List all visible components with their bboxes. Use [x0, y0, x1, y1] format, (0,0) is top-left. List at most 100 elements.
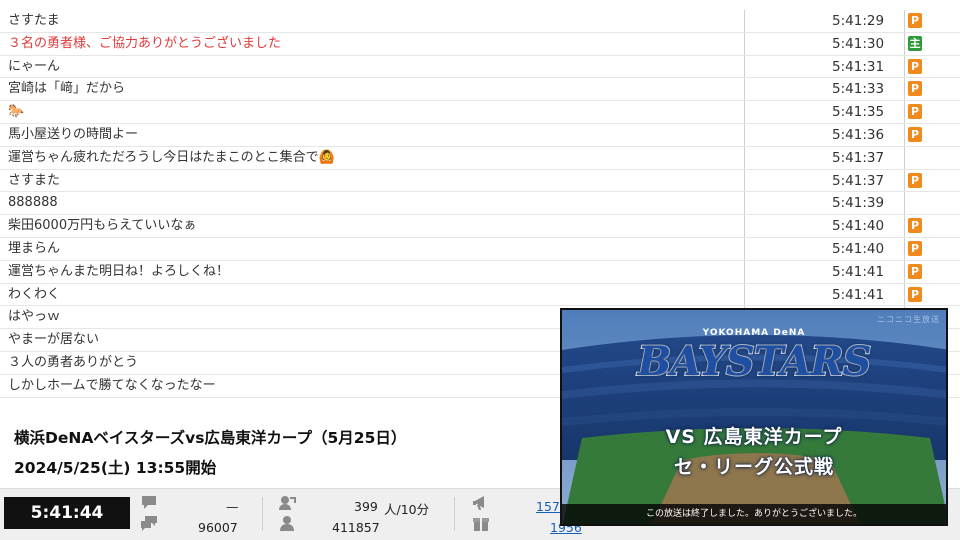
column-divider: [744, 101, 745, 123]
comment-time: 5:41:37: [832, 149, 885, 166]
program-title: 横浜DeNAベイスターズvs広島東洋カープ（5月25日）: [14, 429, 407, 447]
premium-badge-icon: P: [908, 13, 922, 28]
comment-text: 運営ちゃんまた明日ね！よろしくね！: [8, 263, 230, 279]
comment-text: 柴田6000万円もらえていいなぁ: [8, 218, 197, 234]
comment-text: 運営ちゃん疲れただろうし今日はたまこのとこ集合で🙆: [8, 149, 335, 165]
premium-badge-icon: P: [908, 263, 922, 279]
premium-badge-icon: P: [908, 218, 922, 234]
column-divider: [904, 283, 905, 306]
comment-time: 5:41:30: [832, 35, 885, 52]
owner-badge-icon: 主: [908, 35, 922, 51]
comment-row[interactable]: 運営ちゃん疲れただろうし今日はたまこのとこ集合で🙆 5:41:37: [0, 146, 960, 170]
comment-time: 5:41:33: [832, 81, 885, 98]
comment-text: さすたま: [8, 13, 60, 28]
comment-row[interactable]: さすまた 5:41:37 P: [0, 169, 960, 193]
column-divider: [744, 215, 745, 237]
comment-row[interactable]: 柴田6000万円もらえていいなぁ 5:41:40 P: [0, 215, 960, 238]
column-divider: [744, 169, 745, 192]
viewers-rate-unit: 人/10分: [384, 502, 430, 517]
league-text: セ・リーグ公式戦: [673, 456, 834, 478]
premium-badge-icon: P: [908, 286, 922, 302]
comment-time: 5:41:40: [832, 240, 885, 257]
comment-text: にゃーん: [8, 58, 61, 74]
speech-bubble-icon: [140, 495, 158, 511]
comment-text: ３人の勇者ありがとう: [8, 354, 139, 370]
divider: [454, 497, 455, 531]
column-divider: [744, 10, 745, 32]
comment-text: 🐎: [8, 104, 25, 120]
divider: [262, 497, 263, 531]
column-divider: [904, 192, 905, 215]
comment-row[interactable]: 埋まらん 5:41:40 P: [0, 237, 960, 261]
column-divider: [904, 215, 905, 237]
video-player[interactable]: ニコニコ生放送 YOKOHAMA DeNA BAYSTARS VS 広島東洋カー…: [560, 308, 948, 526]
premium-badge-icon: P: [908, 104, 922, 120]
column-divider: [744, 146, 745, 169]
gift-icon: [472, 515, 490, 531]
column-divider: [904, 10, 905, 32]
column-divider: [904, 237, 905, 260]
column-divider: [744, 55, 745, 78]
column-divider: [744, 32, 745, 55]
column-divider: [744, 260, 745, 283]
premium-badge-icon: P: [908, 81, 922, 97]
team-logo: BAYSTARS: [636, 337, 872, 386]
comment-row[interactable]: 🐎 5:41:35 P: [0, 101, 960, 124]
comment-text: わくわく: [8, 286, 61, 302]
comment-row[interactable]: わくわく 5:41:41 P: [0, 283, 960, 307]
comment-rate-value: —: [226, 499, 239, 514]
column-divider: [744, 283, 745, 306]
elapsed-time-display: 5:41:44: [4, 497, 130, 529]
comment-time: 5:41:41: [832, 286, 885, 303]
premium-badge-icon: P: [908, 58, 922, 74]
comment-row[interactable]: 運営ちゃんまた明日ね！よろしくね！ 5:41:41 P: [0, 260, 960, 284]
column-divider: [744, 192, 745, 215]
speech-bubbles-icon: [140, 515, 158, 531]
column-divider: [904, 146, 905, 169]
comment-time: 5:41:29: [832, 13, 885, 29]
column-divider: [904, 101, 905, 123]
premium-badge-icon: P: [908, 172, 922, 188]
column-divider: [904, 32, 905, 55]
column-divider: [904, 55, 905, 78]
comment-text: 宮崎は「﨑」だから: [8, 81, 126, 97]
column-divider: [904, 78, 905, 101]
comment-text: はやっｗ: [8, 309, 61, 325]
comment-time: 5:41:39: [832, 195, 885, 212]
watermark: ニコニコ生放送: [877, 315, 940, 324]
comment-row[interactable]: ３名の勇者様、ご協力ありがとうございました 5:41:30 主: [0, 32, 960, 56]
comment-time: 5:41:40: [832, 218, 885, 235]
premium-badge-icon: P: [908, 240, 922, 256]
comment-row[interactable]: にゃーん 5:41:31 P: [0, 55, 960, 79]
column-divider: [904, 169, 905, 192]
comment-text: 馬小屋送りの時間よー: [8, 126, 139, 142]
person-icon: [278, 515, 296, 531]
comment-time: 5:41:41: [832, 263, 885, 280]
comment-text: やまーが居ない: [8, 332, 100, 348]
program-start-time: 2024/5/25(土) 13:55開始: [14, 459, 217, 477]
comment-time: 5:41:35: [832, 104, 885, 121]
column-divider: [904, 260, 905, 283]
comment-text: ３名の勇者様、ご協力ありがとうございました: [8, 35, 282, 51]
comment-text: 埋まらん: [8, 240, 61, 256]
comment-text: しかしホームで勝てなくなったなー: [8, 377, 216, 393]
team-logo-caption: YOKOHAMA DeNA: [702, 328, 806, 338]
comment-row[interactable]: 宮崎は「﨑」だから 5:41:33 P: [0, 78, 960, 102]
viewers-total-value: 411857: [332, 520, 380, 535]
comment-total-value: 96007: [198, 520, 238, 535]
comment-time: 5:41:31: [832, 58, 885, 75]
comment-row[interactable]: 馬小屋送りの時間よー 5:41:36 P: [0, 123, 960, 147]
comment-row[interactable]: さすたま 5:41:29 P: [0, 10, 960, 33]
comment-text: さすまた: [8, 172, 61, 188]
column-divider: [904, 123, 905, 146]
column-divider: [744, 237, 745, 260]
comment-row[interactable]: 888888 5:41:39: [0, 192, 960, 216]
comment-time: 5:41:37: [832, 172, 885, 189]
comment-text: 888888: [8, 195, 58, 211]
premium-badge-icon: P: [908, 126, 922, 142]
matchup-text: VS 広島東洋カープ: [665, 426, 843, 448]
viewer-trend-icon: [278, 495, 296, 511]
megaphone-icon: [472, 493, 490, 510]
column-divider: [744, 78, 745, 101]
column-divider: [744, 123, 745, 146]
